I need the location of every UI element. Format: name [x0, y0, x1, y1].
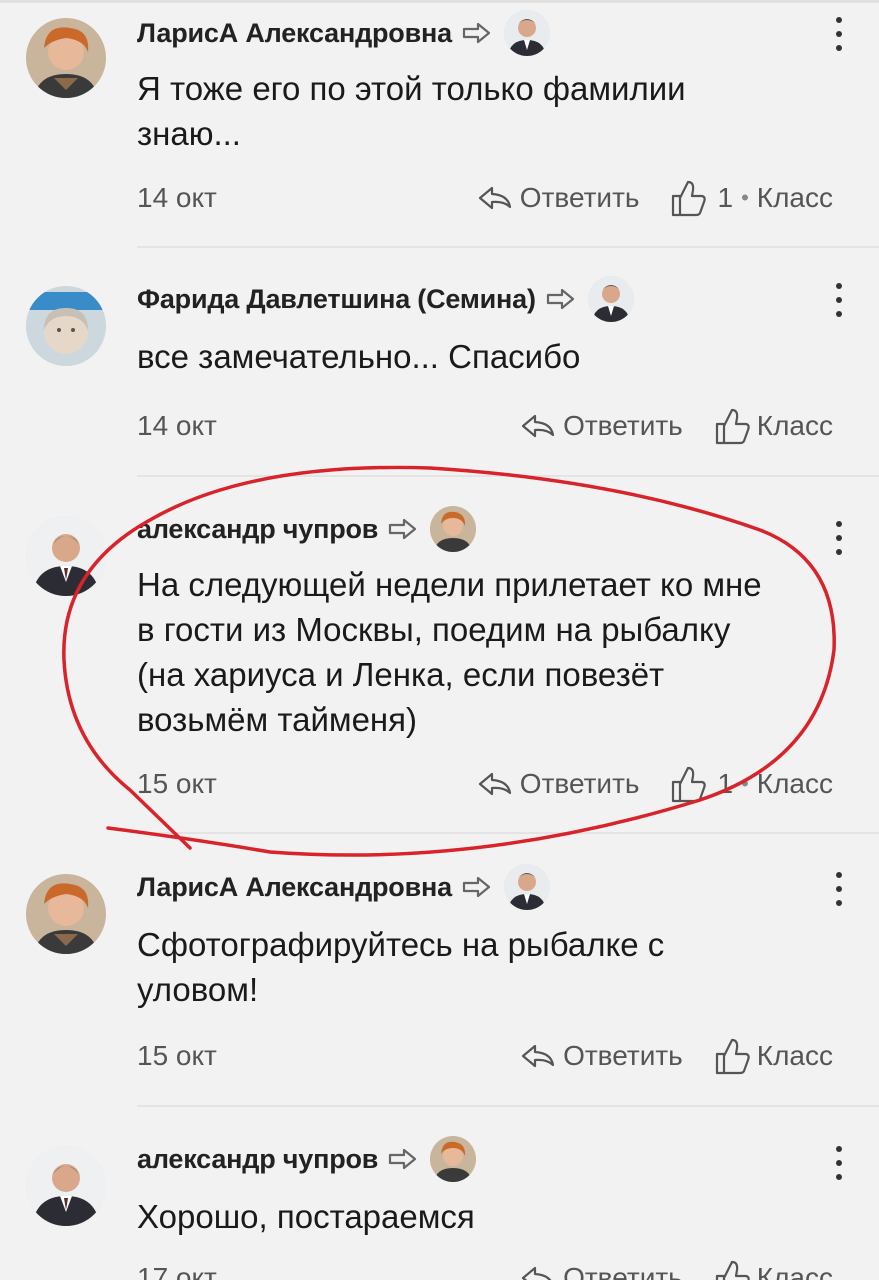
reply-label: Ответить	[519, 768, 640, 799]
replied-user-avatar[interactable]	[503, 864, 550, 910]
reply-to-arrow-icon	[462, 21, 492, 45]
reply-button[interactable]: Ответить	[476, 768, 640, 800]
author-avatar[interactable]	[26, 286, 106, 366]
reply-to-arrow-icon	[546, 287, 576, 311]
comment-actions: Ответить Класс	[519, 1258, 833, 1280]
like-thumb-icon	[672, 180, 707, 217]
like-thumb-icon	[715, 1038, 750, 1075]
author-name[interactable]: александр чупров	[137, 1144, 378, 1175]
more-options-icon[interactable]	[829, 872, 849, 906]
replied-user-avatar[interactable]	[587, 276, 634, 322]
comment-header: ЛарисА Александровна	[137, 8, 550, 58]
comments-feed: ЛарисА Александровна Я тоже его по этой …	[0, 0, 879, 1280]
comment-actions: Ответить Класс	[519, 1036, 833, 1076]
reply-button[interactable]: Ответить	[519, 1262, 683, 1280]
author-avatar[interactable]	[26, 516, 106, 596]
like-label: Класс	[756, 182, 833, 213]
replied-user-avatar[interactable]	[503, 10, 550, 56]
like-label: Класс	[756, 1040, 833, 1071]
comment-text: Я тоже его по этой только фамилии знаю..…	[137, 70, 686, 152]
comment-text: На следующей недели прилетает ко мне в г…	[137, 566, 762, 738]
author-name[interactable]: александр чупров	[137, 514, 378, 545]
divider	[137, 832, 879, 834]
author-name[interactable]: Фарида Давлетшина (Семина)	[137, 284, 536, 315]
comment-actions: Ответить 1 • Класс	[476, 178, 833, 218]
reply-icon	[478, 772, 511, 796]
more-options-icon[interactable]	[829, 283, 849, 317]
reply-to-arrow-icon	[462, 875, 492, 899]
like-button[interactable]: Класс	[713, 1036, 833, 1076]
reply-button[interactable]: Ответить	[519, 410, 683, 442]
comment-actions: Ответить Класс	[519, 406, 833, 446]
reply-to-arrow-icon	[388, 517, 418, 541]
replied-user-avatar[interactable]	[430, 506, 477, 552]
replied-user-avatar[interactable]	[430, 1136, 477, 1182]
author-avatar[interactable]	[26, 1146, 106, 1226]
comment-text: Сфотографируйтесь на рыбалке с уловом!	[137, 926, 665, 1008]
like-button[interactable]: 1 • Класс	[669, 764, 833, 804]
reply-button[interactable]: Ответить	[519, 1040, 683, 1072]
reply-to-arrow-icon	[388, 1147, 418, 1171]
comment-date: 14 окт	[137, 410, 217, 441]
reply-label: Ответить	[563, 1040, 683, 1071]
comment-header: ЛарисА Александровна	[137, 862, 550, 912]
divider	[137, 1105, 879, 1107]
reply-icon	[521, 414, 555, 438]
comment-header: александр чупров	[137, 504, 477, 554]
reply-icon	[521, 1266, 552, 1280]
comment-date: 15 окт	[137, 1040, 217, 1071]
like-thumb-icon	[715, 1260, 750, 1280]
comment-header: Фарида Давлетшина (Семина)	[137, 274, 634, 324]
like-button[interactable]: Класс	[713, 406, 833, 446]
author-name[interactable]: ЛарисА Александровна	[137, 18, 452, 49]
comment-text: все замечательно... Спасибо	[137, 338, 581, 375]
separator-dot: •	[741, 771, 749, 796]
like-count: 1	[717, 182, 734, 213]
comment-date: 15 окт	[137, 768, 217, 799]
reply-label: Ответить	[519, 182, 640, 213]
comment-date: 17 окт	[137, 1262, 217, 1280]
reply-label: Ответить	[563, 1262, 683, 1280]
divider	[137, 475, 879, 477]
reply-button[interactable]: Ответить	[476, 182, 640, 214]
reply-icon	[521, 1044, 555, 1068]
comment-actions: Ответить 1 • Класс	[476, 764, 833, 804]
comment-header: александр чупров	[137, 1134, 477, 1184]
more-options-icon[interactable]	[829, 17, 849, 51]
like-thumb-icon	[672, 766, 707, 803]
like-label: Класс	[756, 768, 833, 799]
comment-text: Хорошо, постараемся	[137, 1198, 475, 1235]
like-count: 1	[717, 768, 734, 799]
comment-date: 14 окт	[137, 182, 217, 213]
separator-dot: •	[741, 185, 749, 210]
divider	[137, 246, 879, 248]
more-options-icon[interactable]	[829, 521, 849, 555]
like-label: Класс	[756, 1262, 833, 1280]
author-name[interactable]: ЛарисА Александровна	[137, 872, 452, 903]
like-thumb-icon	[715, 408, 750, 445]
reply-icon	[478, 186, 511, 210]
top-edge	[0, 0, 879, 3]
more-options-icon[interactable]	[829, 1146, 849, 1180]
author-avatar[interactable]	[26, 18, 106, 98]
like-label: Класс	[756, 410, 833, 441]
like-button[interactable]: Класс	[713, 1258, 833, 1280]
author-avatar[interactable]	[26, 874, 106, 954]
reply-label: Ответить	[563, 410, 683, 441]
like-button[interactable]: 1 • Класс	[669, 178, 833, 218]
